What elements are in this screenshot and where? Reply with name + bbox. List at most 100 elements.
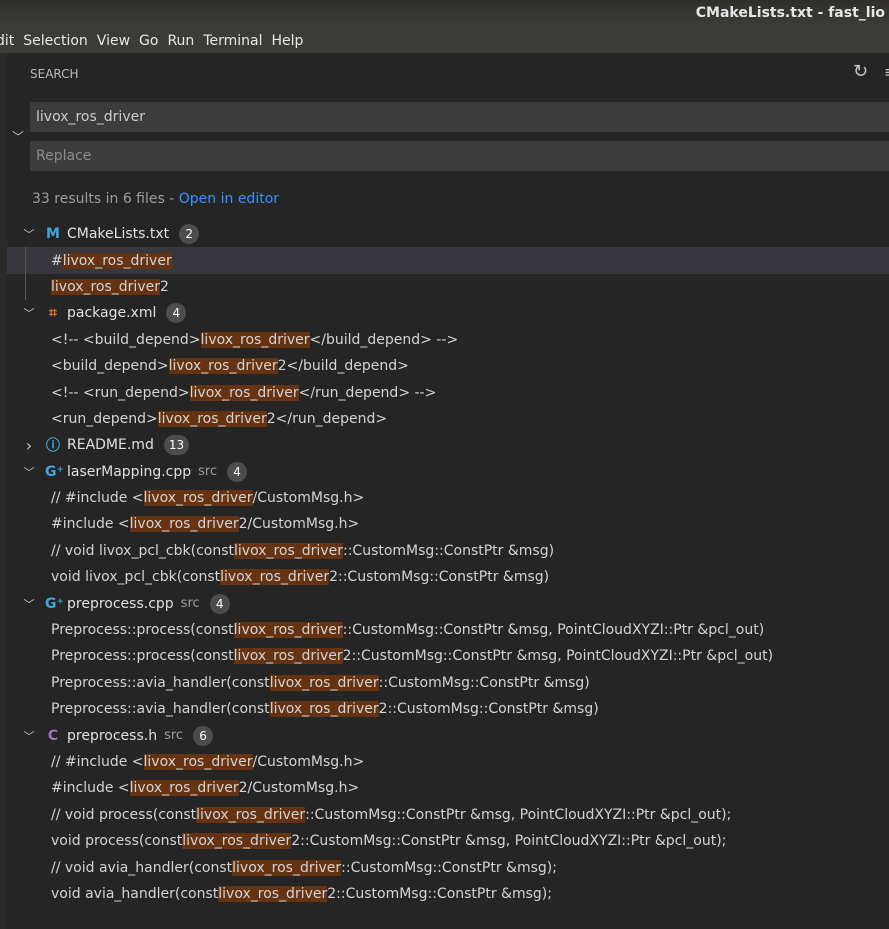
menu-run[interactable]: Run [167, 33, 194, 49]
match-row[interactable]: <!-- <build_depend> livox_ros_driver </bui… [7, 327, 889, 353]
match-suffix: 2</run_depend> [266, 410, 388, 427]
match-highlight: livox_ros_driver [143, 490, 253, 507]
file-row[interactable]: ﹀ M CMakeLists.txt 2 [7, 221, 889, 247]
match-suffix: 2::CustomMsg::ConstPtr &msg) [378, 701, 599, 718]
match-suffix: 2/CustomMsg.h> [238, 780, 360, 797]
match-prefix: // void avia_handler(const [51, 859, 233, 876]
match-prefix: // void livox_pcl_cbk(const [51, 542, 234, 559]
file-row[interactable]: ﹀ G⁺ preprocess.cpp src 4 [7, 590, 889, 616]
file-row[interactable]: ﹀ Cpreprocess.h src 6 [7, 722, 889, 748]
indent-guide [25, 273, 26, 301]
match-row[interactable]: Preprocess::process(const livox_ros_driv… [7, 617, 889, 643]
match-highlight: livox_ros_driver [189, 384, 299, 401]
chevron-right-icon[interactable]: › [21, 436, 37, 455]
file-name: CMakeLists.txt [67, 226, 170, 243]
match-suffix: ::CustomMsg::ConstPtr &msg); [341, 859, 557, 876]
match-suffix: 2::CustomMsg::ConstPtr &msg, PointCloudX… [291, 833, 727, 850]
results-tree: ﹀ M CMakeLists.txt 2 # livox_ros_driver livox… [7, 221, 889, 907]
file-name: laserMapping.cpp [67, 463, 192, 480]
file-directory: src [198, 464, 218, 480]
match-highlight: livox_ros_driver [143, 754, 253, 770]
match-suffix: </run_depend> --> [298, 384, 437, 401]
match-suffix: 2::CustomMsg::ConstPtr &msg, PointCloudX… [342, 648, 774, 665]
file-row[interactable]: ﹀ G⁺ laserMapping.cpp src 4 [7, 459, 889, 485]
match-row[interactable]: // #include < livox_ros_driver/CustomMsg.… [7, 485, 889, 511]
match-row[interactable]: #include < livox_ros_driver 2/CustomMsg.h> [7, 775, 889, 801]
refresh-icon[interactable]: ↻ [853, 61, 868, 82]
match-highlight: livox_ros_driver [129, 516, 239, 533]
match-row[interactable]: void livox_pcl_cbk(const livox_ros_drive… [7, 564, 889, 590]
match-highlight: livox_ros_driver [269, 674, 379, 691]
chevron-down-icon[interactable]: ﹀ [21, 596, 37, 612]
file-row[interactable]: › ⓘ README.md 13 [7, 432, 889, 458]
match-prefix: // void process(const [51, 806, 197, 823]
match-row[interactable]: <run_depend> livox_ros_driver 2</run_depen… [7, 406, 889, 432]
match-highlight: livox_ros_driver [200, 331, 310, 348]
match-prefix: # [51, 252, 63, 269]
match-row[interactable]: <!-- <run_depend> livox_ros_driver </run_d… [7, 379, 889, 405]
match-highlight: livox_ros_driver [196, 806, 306, 823]
match-prefix: <!-- <run_depend> [51, 384, 190, 401]
file-directory: src [164, 728, 184, 744]
match-count-badge: 4 [166, 303, 187, 324]
match-row[interactable]: Preprocess::avia_handler(const livox_ros… [7, 670, 889, 696]
match-highlight: livox_ros_driver [182, 833, 292, 850]
chevron-down-icon[interactable]: ﹀ [21, 464, 37, 480]
menu-go[interactable]: Go [139, 33, 158, 49]
chevron-down-icon[interactable]: ﹀ [21, 305, 37, 321]
match-row[interactable]: // #include < livox_ros_driver/CustomMsg.… [7, 749, 889, 775]
match-highlight: livox_ros_driver [51, 278, 160, 295]
cpp-icon: G⁺ [45, 463, 64, 480]
match-highlight: livox_ros_driver [129, 780, 239, 797]
match-highlight: livox_ros_driver [220, 569, 330, 586]
match-prefix: Preprocess::process(const [51, 648, 234, 665]
open-in-editor-link[interactable]: Open in editor [179, 191, 279, 207]
match-suffix: ::CustomMsg::ConstPtr &msg, PointCloudXY… [342, 622, 765, 639]
match-suffix: </build_depend> --> [309, 331, 459, 348]
match-suffix: ::CustomMsg::ConstPtr &msg, PointCloudXY… [305, 806, 732, 823]
search-input[interactable]: livox_ros_driver [30, 102, 889, 132]
file-name: preprocess.cpp [67, 595, 174, 612]
file-row[interactable]: ﹀ ⌗ package.xml 4 [7, 300, 889, 326]
match-prefix: void process(const [51, 833, 183, 850]
menu-help[interactable]: Help [271, 33, 303, 49]
match-suffix: 2 [159, 278, 169, 295]
match-row[interactable]: // void livox_pcl_cbk(const livox_ros_dr… [7, 538, 889, 564]
match-row[interactable]: void process(const livox_ros_driver 2::Cu… [7, 828, 889, 854]
match-suffix: 2::CustomMsg::ConstPtr &msg); [327, 885, 552, 902]
match-highlight: livox_ros_driver [234, 542, 343, 559]
file-name: preprocess.h [67, 727, 158, 744]
collapse-all-icon[interactable]: ≡ [884, 63, 889, 81]
replace-input[interactable]: Replace [30, 141, 889, 171]
file-directory: src [180, 596, 200, 612]
menu-edit[interactable]: dit [0, 33, 14, 49]
match-prefix: void avia_handler(const [51, 885, 219, 902]
menu-terminal[interactable]: Terminal [203, 33, 262, 49]
match-row[interactable]: void avia_handler(const livox_ros_driver… [7, 881, 889, 907]
match-suffix: ::CustomMsg::ConstPtr &msg) [378, 674, 590, 691]
match-prefix: // #include < [51, 754, 144, 770]
match-prefix: Preprocess::avia_handler(const [51, 674, 270, 691]
match-row[interactable]: Preprocess::process(const livox_ros_driv… [7, 643, 889, 669]
match-highlight: livox_ros_driver [218, 885, 328, 902]
match-row[interactable]: // void avia_handler(const livox_ros_dri… [7, 854, 889, 880]
match-suffix: 2/CustomMsg.h> [238, 516, 360, 533]
menu-view[interactable]: View [97, 33, 130, 49]
match-row[interactable]: # livox_ros_driver [7, 247, 889, 274]
match-row[interactable]: #include < livox_ros_driver 2/CustomMsg.h> [7, 511, 889, 537]
match-row[interactable]: <build_depend> livox_ros_driver 2</build_d… [7, 353, 889, 379]
match-row[interactable]: Preprocess::avia_handler(const livox_ros… [7, 696, 889, 722]
match-row[interactable]: livox_ros_driver 2 [7, 273, 889, 301]
match-highlight: livox_ros_driver [157, 410, 267, 427]
chevron-down-icon[interactable]: ﹀ [21, 226, 37, 242]
match-prefix: <!-- <build_depend> [51, 331, 201, 348]
match-prefix: <run_depend> [51, 410, 158, 427]
match-highlight: livox_ros_driver [168, 358, 278, 375]
file-name: package.xml [67, 305, 157, 322]
match-highlight: livox_ros_driver [233, 648, 343, 665]
window-title: CMakeLists.txt - fast_lio [695, 5, 885, 21]
match-row[interactable]: // void process(const livox_ros_driver::… [7, 802, 889, 828]
chevron-down-icon[interactable]: ﹀ [21, 728, 37, 744]
menu-selection[interactable]: Selection [23, 33, 88, 49]
toggle-replace-chevron-icon[interactable]: ﹀ [12, 128, 24, 145]
